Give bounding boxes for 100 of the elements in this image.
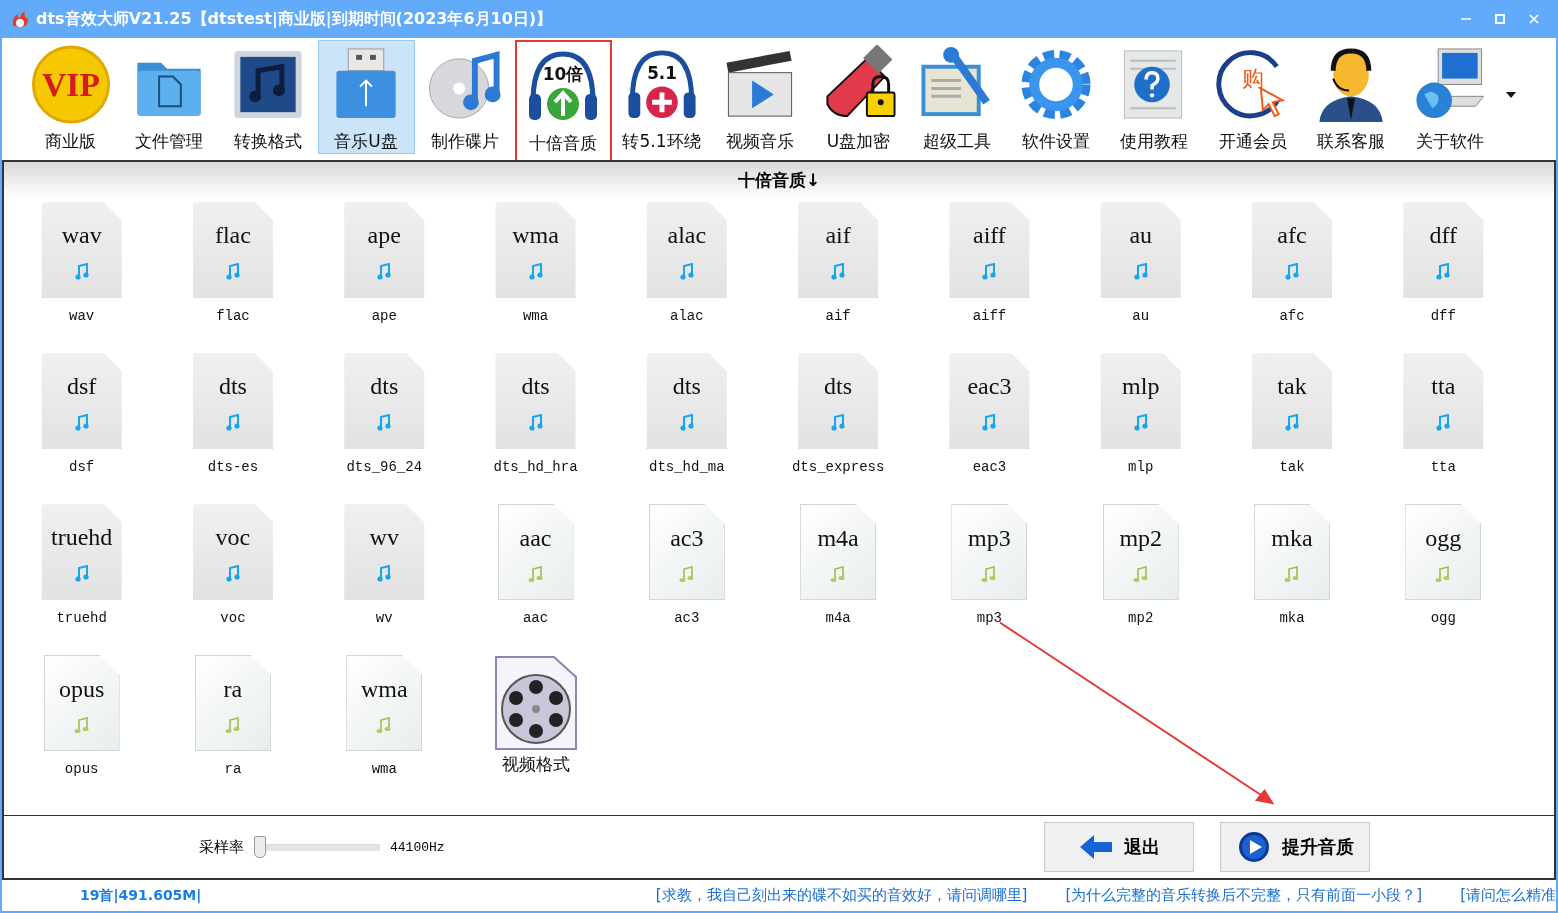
file-item[interactable]: dts dts_hd_hra (459, 353, 612, 504)
toolbar-button[interactable]: 制作碟片 (416, 40, 513, 154)
file-item[interactable]: dts dts_express (762, 353, 914, 504)
file-extension: dts (672, 373, 701, 400)
file-icon[interactable]: wma (346, 655, 423, 751)
file-icon[interactable]: dts (192, 353, 273, 449)
file-item[interactable]: aac aac (459, 504, 612, 655)
toolbar-button[interactable]: U盘加密 (810, 40, 907, 154)
toolbar-button[interactable]: 5.1 转5.1环绕 (613, 40, 710, 154)
file-item[interactable]: ac3 ac3 (611, 504, 763, 655)
toolbar-button[interactable]: 文件管理 (120, 40, 218, 154)
file-item[interactable]: mlp mlp (1065, 353, 1217, 504)
toolbar-button[interactable]: VIP 商业版 (22, 40, 119, 154)
file-icon[interactable]: ra (194, 655, 271, 751)
file-item[interactable]: eac3 eac3 (913, 353, 1066, 504)
sample-rate-value: 44100Hz (390, 839, 445, 855)
file-item[interactable]: ape ape (308, 202, 460, 353)
maximize-icon[interactable] (1494, 13, 1506, 25)
file-icon[interactable]: au (1100, 202, 1181, 298)
file-item[interactable]: tta tta (1367, 353, 1519, 504)
toolbar-button[interactable]: 使用教程 (1105, 40, 1203, 154)
file-icon[interactable]: ogg (1405, 504, 1482, 600)
file-item[interactable]: alac alac (611, 202, 763, 353)
toolbar-button[interactable]: 联系客服 (1302, 40, 1400, 154)
file-icon[interactable]: wma (495, 202, 576, 298)
file-icon[interactable]: mlp (1100, 353, 1181, 449)
file-item[interactable]: wav wav (6, 202, 158, 353)
help-link[interactable]: [为什么完整的音乐转换后不完整，只有前面一小段？] (1065, 886, 1423, 905)
toolbar-button[interactable]: 视频音乐 (711, 40, 809, 154)
dropdown-caret-icon[interactable] (1505, 92, 1516, 98)
file-item[interactable]: afc afc (1216, 202, 1368, 353)
file-icon[interactable]: tak (1252, 353, 1332, 449)
file-extension: m4a (817, 525, 859, 552)
file-icon[interactable]: aif (798, 202, 879, 298)
file-item[interactable]: wma wma (459, 202, 612, 353)
file-item[interactable]: dts dts_hd_ma (611, 353, 763, 504)
file-item[interactable]: aiff aiff (913, 202, 1066, 353)
file-icon[interactable]: wav (41, 202, 122, 298)
music-note-icon (1284, 263, 1300, 280)
file-item[interactable]: mka mka (1216, 504, 1368, 655)
file-icon[interactable]: tta (1403, 353, 1484, 449)
file-item[interactable]: ra ra (157, 655, 309, 806)
file-item[interactable]: tak tak (1216, 353, 1368, 504)
file-icon[interactable]: mp3 (951, 504, 1028, 600)
file-item[interactable]: dts dts_96_24 (308, 353, 460, 504)
close-icon[interactable] (1528, 13, 1540, 25)
file-item[interactable]: mp2 mp2 (1065, 504, 1217, 655)
toolbar-button[interactable]: 转换格式 (219, 40, 316, 154)
file-item[interactable]: truehd truehd (6, 504, 158, 655)
file-item[interactable]: wv wv (308, 504, 460, 655)
file-icon[interactable]: ape (344, 202, 425, 298)
music-note-icon (224, 414, 241, 431)
file-item[interactable]: 视频格式 (459, 655, 612, 806)
file-item[interactable]: opus opus (6, 655, 158, 806)
music-note-icon (678, 414, 695, 431)
file-item[interactable]: ogg ogg (1367, 504, 1519, 655)
file-item[interactable]: mp3 mp3 (913, 504, 1066, 655)
file-icon[interactable]: truehd (41, 504, 122, 600)
help-link[interactable]: [请问怎么精准 (1460, 886, 1556, 905)
file-icon[interactable]: wv (344, 504, 425, 600)
help-link[interactable]: [求教，我自己刻出来的碟不如买的音效好，请问调哪里] (655, 886, 1028, 905)
file-icon[interactable]: dts (798, 353, 879, 449)
file-icon[interactable]: voc (192, 504, 273, 600)
file-icon[interactable]: dsf (41, 353, 122, 449)
file-icon[interactable]: ac3 (648, 504, 725, 600)
toolbar-button[interactable]: 购 开通会员 (1204, 40, 1301, 154)
file-icon[interactable]: dff (1403, 202, 1484, 298)
file-item[interactable]: dsf dsf (6, 353, 158, 504)
file-icon[interactable]: afc (1252, 202, 1332, 298)
file-extension: wma (360, 676, 408, 703)
file-icon[interactable]: aiff (949, 202, 1030, 298)
file-item[interactable]: aif aif (762, 202, 914, 353)
file-icon[interactable]: flac (192, 202, 273, 298)
file-item[interactable]: dff dff (1367, 202, 1519, 353)
file-extension: ra (223, 676, 243, 703)
file-item[interactable]: dts dts-es (157, 353, 309, 504)
music-note-icon (73, 414, 90, 431)
toolbar-button[interactable]: 音乐U盘 (317, 40, 415, 154)
file-icon[interactable]: dts (344, 353, 425, 449)
file-icon[interactable]: m4a (800, 504, 877, 600)
toolbar-button[interactable]: 软件设置 (1007, 40, 1104, 154)
file-icon[interactable]: dts (495, 353, 576, 449)
toolbar-button[interactable]: 关于软件 (1401, 40, 1498, 154)
file-item[interactable]: m4a m4a (762, 504, 914, 655)
file-icon[interactable]: aac (497, 504, 574, 600)
file-icon[interactable]: mka (1254, 504, 1330, 600)
file-icon[interactable]: mp2 (1102, 504, 1179, 600)
file-icon[interactable]: eac3 (949, 353, 1030, 449)
file-item[interactable]: wma wma (308, 655, 460, 806)
file-icon[interactable]: dts (646, 353, 727, 449)
file-icon[interactable]: alac (646, 202, 727, 298)
slider-thumb[interactable] (254, 836, 266, 858)
toolbar-button[interactable]: 超级工具 (908, 40, 1006, 154)
file-item[interactable]: voc voc (157, 504, 309, 655)
enhance-button[interactable]: 提升音质 (1220, 822, 1370, 872)
file-icon[interactable]: opus (43, 655, 120, 751)
music-note-icon (981, 414, 998, 431)
file-item[interactable]: flac flac (157, 202, 309, 353)
file-item[interactable]: au au (1065, 202, 1217, 353)
exit-button[interactable]: 退出 (1044, 822, 1194, 872)
